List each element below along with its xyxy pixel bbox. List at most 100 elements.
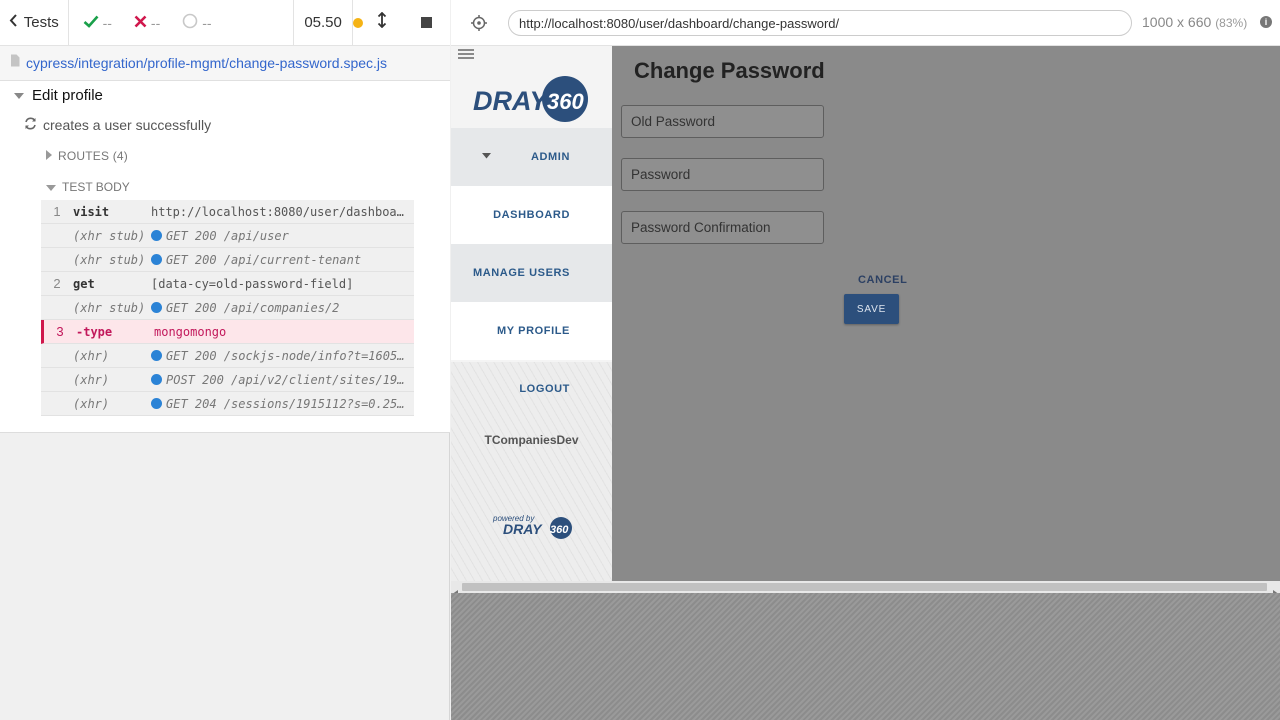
svg-text:360: 360 xyxy=(547,89,584,114)
check-icon xyxy=(83,15,99,31)
scrollbar-thumb[interactable] xyxy=(462,583,1267,591)
command-number: 1 xyxy=(53,204,61,219)
failed-count: -- xyxy=(150,14,161,31)
command-message: POST 200 /api/v2/client/sites/19… xyxy=(151,373,414,387)
save-button[interactable]: SAVE xyxy=(844,294,899,324)
pending-count: -- xyxy=(202,14,212,31)
xhr-message-text: GET 200 /api/companies/2 xyxy=(166,300,340,315)
horizontal-scrollbar[interactable] xyxy=(451,581,1280,597)
command-message: GET 204 /sessions/1915112?s=0.25… xyxy=(151,397,414,411)
test-title-text: creates a user successfully xyxy=(43,117,212,133)
command-message: [data-cy=old-password-field] xyxy=(151,276,354,291)
cypress-runner-panel: Tests -- -- -- 05.50 cypress/integration… xyxy=(0,0,450,720)
xhr-status-dot-icon xyxy=(151,230,162,241)
stop-icon[interactable] xyxy=(421,17,432,28)
xhr-status-dot-icon xyxy=(151,374,162,385)
xhr-status-dot-icon xyxy=(151,254,162,265)
url-display[interactable]: http://localhost:8080/user/dashboard/cha… xyxy=(508,10,1132,36)
test-stats: -- -- -- xyxy=(69,0,295,46)
caret-right-icon xyxy=(46,149,52,163)
svg-text:DRAY: DRAY xyxy=(473,86,550,116)
tests-button[interactable]: Tests xyxy=(0,0,69,46)
nav-my-profile[interactable]: MY PROFILE xyxy=(451,302,612,360)
suite-header[interactable]: Edit profile xyxy=(14,87,103,104)
test-header[interactable]: creates a user successfully xyxy=(24,117,211,133)
password-confirmation-field[interactable]: Password Confirmation xyxy=(621,211,824,244)
nav-logout[interactable]: LOGOUT xyxy=(451,360,612,418)
command-message: GET 200 /api/companies/2 xyxy=(151,301,414,315)
passed-stat: -- xyxy=(83,15,112,31)
dray360-logo: DRAY 360 xyxy=(473,74,591,124)
command-row[interactable]: (xhr stub) GET 200 /api/companies/2 xyxy=(41,296,414,320)
routes-label: ROUTES (4) xyxy=(58,149,129,163)
command-row[interactable]: 2 get [data-cy=old-password-field] xyxy=(41,272,414,296)
xhr-message-text: GET 200 /api/user xyxy=(166,228,289,243)
command-row[interactable]: 1 visit http://localhost:8080/user/dashboa… xyxy=(41,200,414,224)
spec-file-link[interactable]: cypress/integration/profile-mgmt/change-… xyxy=(26,55,387,71)
command-message: mongomongo xyxy=(154,324,227,339)
command-row[interactable]: (xhr stub) GET 200 /api/current-tenant xyxy=(41,248,414,272)
old-password-placeholder: Old Password xyxy=(631,114,716,129)
company-name: TCompaniesDev xyxy=(484,433,579,447)
caret-down-icon xyxy=(46,180,56,194)
pending-stat: -- xyxy=(182,13,212,32)
nav-my-profile-label: MY PROFILE xyxy=(496,325,570,337)
command-row[interactable]: (xhr) GET 204 /sessions/1915112?s=0.25… xyxy=(41,392,414,416)
selector-playground-icon[interactable] xyxy=(471,15,487,36)
xhr-message-text: GET 200 /api/current-tenant xyxy=(166,252,362,267)
command-row[interactable]: (xhr) GET 200 /sockjs-node/info?t=1605… xyxy=(41,344,414,368)
info-icon[interactable]: i xyxy=(1260,16,1272,28)
xhr-status-dot-icon xyxy=(151,350,162,361)
command-name: (xhr) xyxy=(73,396,110,411)
command-number: 3 xyxy=(56,324,64,339)
app-main: Change Password Old Password Password Pa… xyxy=(613,46,1280,581)
command-message: GET 200 /api/user xyxy=(151,229,414,243)
old-password-field[interactable]: Old Password xyxy=(621,105,824,138)
aut-background xyxy=(451,593,1280,720)
tests-label: Tests xyxy=(23,14,59,31)
command-name: (xhr stub) xyxy=(73,300,146,315)
command-name: (xhr stub) xyxy=(73,252,146,267)
svg-text:360: 360 xyxy=(550,524,569,536)
file-icon xyxy=(10,54,20,72)
aut-header: http://localhost:8080/user/dashboard/cha… xyxy=(451,0,1280,46)
test-body-label: TEST BODY xyxy=(62,180,130,194)
nav-logout-label: LOGOUT xyxy=(519,383,570,395)
suite-title: Edit profile xyxy=(32,87,103,104)
command-name: (xhr) xyxy=(73,372,110,387)
nav-manage-users[interactable]: MANAGE USERS xyxy=(451,244,612,302)
auto-scroll-icon[interactable] xyxy=(377,11,387,33)
chevron-left-icon xyxy=(9,14,18,31)
password-placeholder: Password xyxy=(631,167,691,182)
page-title: Change Password xyxy=(634,58,825,83)
viewport-size: 1000 x 660 xyxy=(1142,14,1212,30)
password-field[interactable]: Password xyxy=(621,158,824,191)
refresh-icon xyxy=(24,117,37,133)
nav-admin[interactable]: ADMIN xyxy=(451,128,612,186)
menu-icon[interactable] xyxy=(458,46,474,64)
test-body-toggle[interactable]: TEST BODY xyxy=(46,180,130,194)
app-sidebar: DRAY 360 ADMIN DASHBOARD MANAGE USERS MY… xyxy=(451,46,612,581)
nav-dashboard[interactable]: DASHBOARD xyxy=(451,186,612,244)
spec-file-bar: cypress/integration/profile-mgmt/change-… xyxy=(0,46,450,81)
xhr-message-text: GET 200 /sockjs-node/info?t=1605… xyxy=(166,348,405,363)
command-message: GET 200 /api/current-tenant xyxy=(151,253,414,267)
duration-timer: 05.50 xyxy=(294,0,353,46)
cancel-button[interactable]: CANCEL xyxy=(858,274,907,286)
xhr-message-text: POST 200 /api/v2/client/sites/19… xyxy=(166,372,405,387)
viewport-info: 1000 x 660 (83%) xyxy=(1142,14,1247,30)
command-row[interactable]: (xhr stub) GET 200 /api/user xyxy=(41,224,414,248)
command-number: 2 xyxy=(53,276,61,291)
nav-manage-users-label: MANAGE USERS xyxy=(472,267,570,279)
xhr-status-dot-icon xyxy=(151,302,162,313)
command-row[interactable]: (xhr) POST 200 /api/v2/client/sites/19… xyxy=(41,368,414,392)
routes-toggle[interactable]: ROUTES (4) xyxy=(46,149,128,163)
command-log: Edit profile creates a user successfully… xyxy=(0,81,450,433)
command-name: (xhr stub) xyxy=(73,228,146,243)
viewport-scale: (83%) xyxy=(1215,16,1248,30)
xhr-message-text: GET 204 /sessions/1915112?s=0.25… xyxy=(166,396,405,411)
powered-by-logo: DRAY 360 xyxy=(503,516,575,540)
command-row[interactable]: 3 -type mongomongo xyxy=(41,320,414,344)
nav-dashboard-label: DASHBOARD xyxy=(493,209,570,221)
caret-down-icon xyxy=(14,87,24,104)
